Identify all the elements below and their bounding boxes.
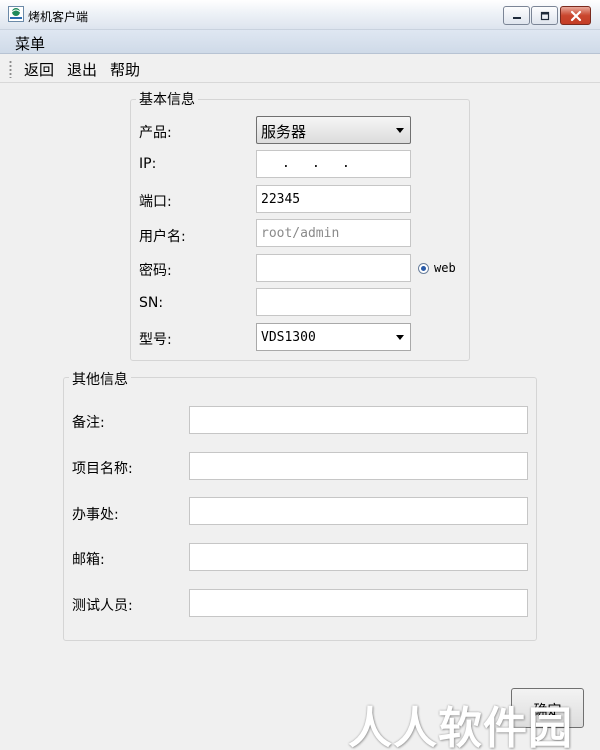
project-name-label: 项目名称:	[72, 461, 133, 477]
other-info-title: 其他信息	[69, 369, 131, 389]
model-label: 型号:	[139, 332, 172, 348]
web-radio-label[interactable]: web	[434, 261, 456, 275]
back-button[interactable]: 返回	[24, 59, 54, 80]
product-label: 产品:	[139, 125, 172, 141]
help-button[interactable]: 帮助	[110, 59, 140, 80]
close-button[interactable]	[560, 6, 591, 25]
chevron-down-icon	[396, 128, 404, 133]
menu-main[interactable]: 菜单	[15, 33, 45, 54]
username-input[interactable]	[256, 219, 411, 247]
minimize-icon	[512, 16, 521, 19]
menu-bar: 菜单	[0, 30, 600, 54]
minimize-button[interactable]	[503, 6, 530, 25]
basic-info-title: 基本信息	[136, 89, 198, 109]
maximize-icon	[540, 11, 549, 20]
app-window: 烤机客户端 菜单 返回 退出 帮助 基本信息 产品: 服务器 IP: . . .…	[0, 0, 600, 750]
web-radio[interactable]	[418, 263, 429, 274]
project-name-input[interactable]	[189, 452, 528, 480]
sn-label: SN:	[139, 295, 164, 311]
port-input[interactable]	[256, 185, 411, 213]
port-label: 端口:	[139, 194, 172, 210]
model-select-value: VDS1300	[261, 330, 316, 345]
password-input[interactable]	[256, 254, 411, 282]
product-select[interactable]: 服务器	[256, 116, 411, 144]
toolbar-grip-icon[interactable]	[9, 60, 12, 78]
ip-address-input[interactable]: ...	[256, 150, 411, 178]
sn-input[interactable]	[256, 288, 411, 316]
model-select[interactable]: VDS1300	[256, 323, 411, 351]
office-input[interactable]	[189, 497, 528, 525]
app-logo-icon	[8, 6, 24, 22]
title-bar[interactable]: 烤机客户端	[0, 0, 600, 30]
remark-input[interactable]	[189, 406, 528, 434]
tester-input[interactable]	[189, 589, 528, 617]
email-label: 邮箱:	[72, 552, 105, 568]
ip-label: IP:	[139, 156, 157, 172]
username-label: 用户名:	[139, 229, 186, 245]
close-icon	[570, 10, 581, 21]
toolbar: 返回 退出 帮助	[0, 55, 600, 83]
tester-label: 测试人员:	[72, 598, 133, 614]
email-input[interactable]	[189, 543, 528, 571]
product-select-value: 服务器	[261, 123, 307, 141]
exit-button[interactable]: 退出	[67, 59, 97, 80]
chevron-down-icon	[396, 335, 404, 340]
window-title: 烤机客户端	[28, 10, 89, 24]
password-label: 密码:	[139, 263, 172, 279]
watermark-text: 人人软件园	[348, 703, 573, 750]
maximize-button[interactable]	[531, 6, 558, 25]
remark-label: 备注:	[72, 415, 105, 431]
office-label: 办事处:	[72, 507, 119, 523]
